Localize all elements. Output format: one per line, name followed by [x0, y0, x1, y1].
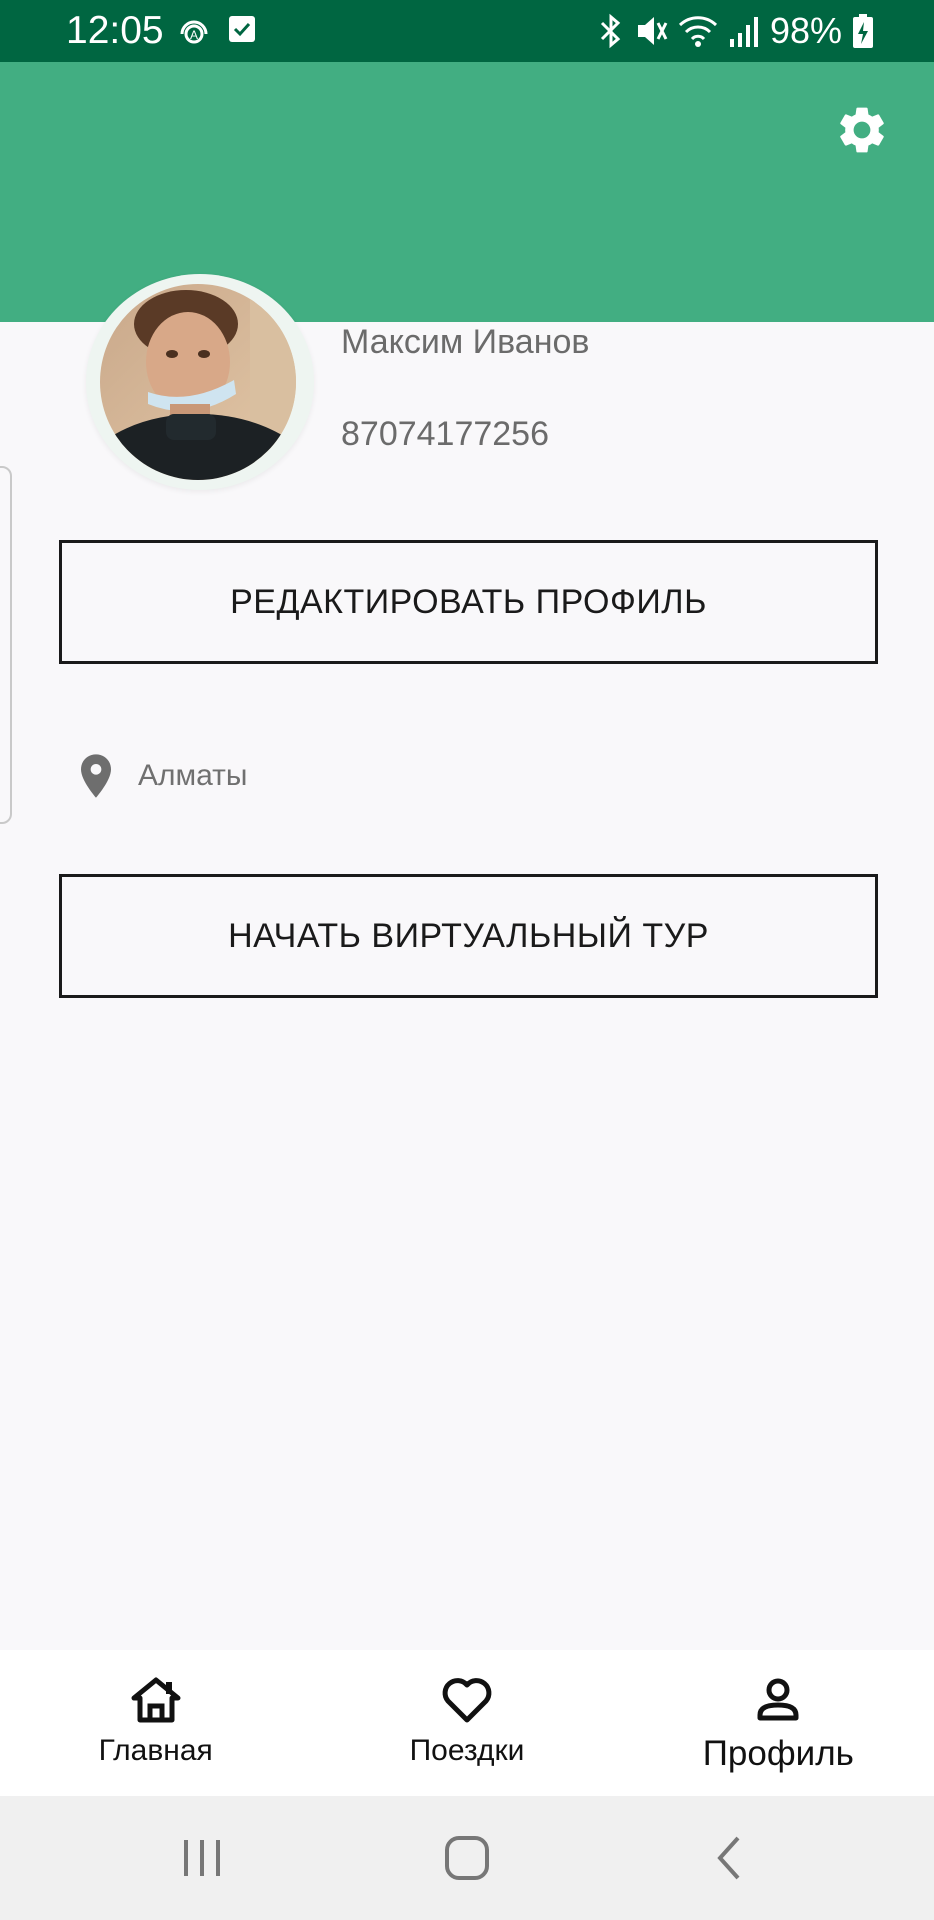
- location-label: Алматы: [138, 759, 248, 792]
- location-row: Алматы: [76, 752, 247, 800]
- status-notification-icons: A: [178, 14, 256, 46]
- nav-item-profile[interactable]: Профиль: [623, 1650, 934, 1796]
- home-icon: [131, 1677, 181, 1723]
- back-icon: [717, 1836, 740, 1880]
- checkbox-icon: [229, 16, 255, 42]
- nav-item-home[interactable]: Главная: [0, 1650, 311, 1796]
- bottom-navigation: Главная Поездки Профиль: [0, 1650, 934, 1796]
- headset-icon: A: [180, 20, 208, 44]
- settings-button[interactable]: [834, 102, 890, 158]
- nav-item-trips[interactable]: Поездки: [311, 1650, 622, 1796]
- heart-icon: [442, 1678, 492, 1723]
- svg-text:A: A: [190, 28, 198, 42]
- recent-apps-icon: [184, 1840, 220, 1876]
- location-pin-icon: [81, 754, 111, 798]
- avatar-photo: [100, 284, 296, 480]
- user-name: Максим Иванов: [341, 323, 590, 361]
- recent-apps-button[interactable]: [172, 1832, 232, 1884]
- home-circle-icon: [445, 1836, 489, 1880]
- profile-header: [0, 62, 934, 322]
- system-navigation-bar: [0, 1796, 934, 1920]
- person-icon: [757, 1678, 799, 1721]
- side-panel-handle[interactable]: [0, 466, 12, 824]
- gear-icon: [840, 107, 884, 153]
- battery-charging-icon: [853, 14, 873, 48]
- status-time: 12:05: [66, 9, 164, 52]
- nav-label-home: Главная: [98, 1734, 213, 1767]
- nav-label-trips: Поездки: [409, 1734, 525, 1767]
- user-phone: 87074177256: [341, 415, 550, 453]
- signal-icon: [729, 17, 758, 47]
- avatar[interactable]: [86, 274, 314, 490]
- wifi-icon: [678, 16, 717, 47]
- back-button[interactable]: [700, 1832, 760, 1884]
- nav-label-profile: Профиль: [702, 1734, 854, 1773]
- user-photo-image: [100, 284, 296, 480]
- home-button[interactable]: [437, 1832, 497, 1884]
- edit-profile-button[interactable]: РЕДАКТИРОВАТЬ ПРОФИЛЬ: [59, 540, 878, 664]
- battery-percent: 98%: [769, 10, 842, 51]
- start-virtual-tour-button[interactable]: НАЧАТЬ ВИРТУАЛЬНЫЙ ТУР: [59, 874, 878, 998]
- mute-icon: [637, 17, 668, 45]
- status-bar: 12:05 A 98%: [0, 0, 934, 62]
- profile-screen: 12:05 A 98% Максим Иванов 87074177256 РЕ…: [0, 0, 934, 1920]
- bluetooth-icon: [600, 13, 621, 49]
- status-system-icons: 98%: [598, 10, 874, 52]
